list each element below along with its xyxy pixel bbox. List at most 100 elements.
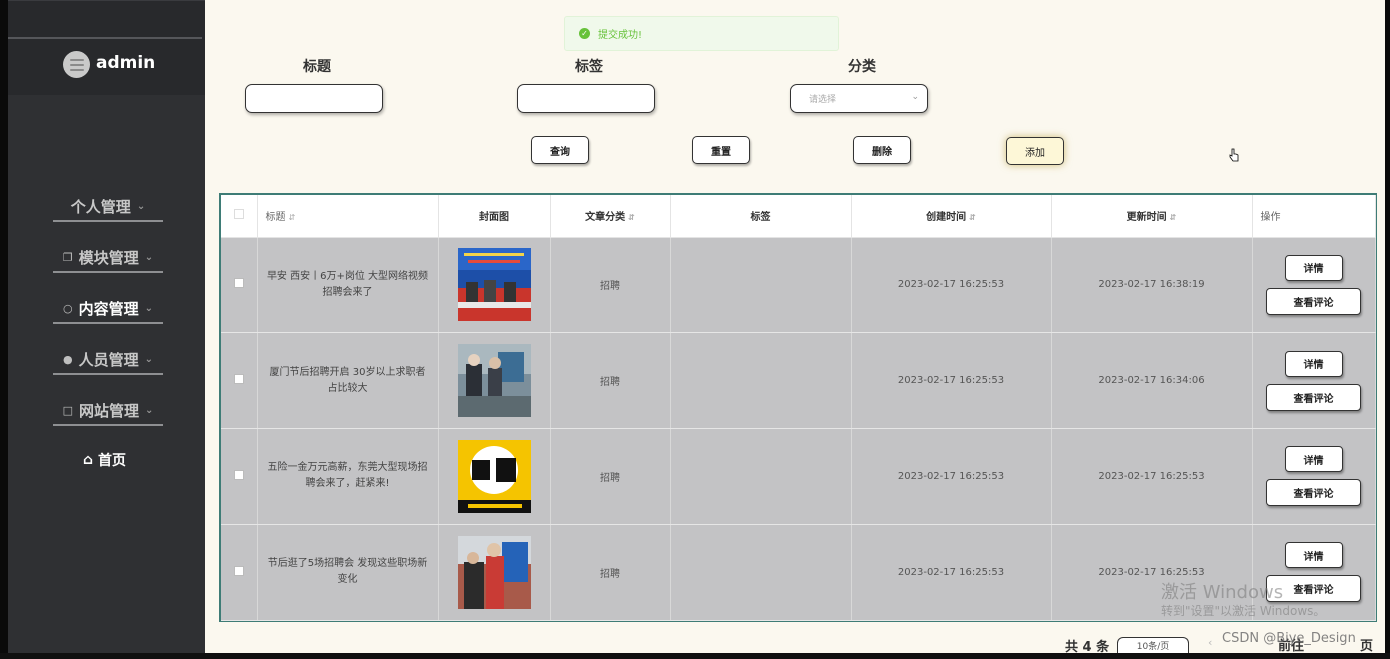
delete-button[interactable]: 删除 (853, 136, 911, 164)
title-filter-label: 标题 (303, 59, 331, 75)
sidebar-item-staff[interactable]: ● 人员管理 ⌄ (53, 345, 163, 375)
article-table: 标题 ⇵ 封面图 文章分类 ⇵ 标签 创建时间 ⇵ 更新时间 ⇵ 操作 早安 西安丨6万… (219, 193, 1377, 622)
main-content: ✓ 提交成功! 标题 标签 分类 请选择 ⌄ 查询 重置 删除 添加 标题 ⇵ 封… (205, 0, 1385, 655)
row-created: 2023-02-17 16:25:53 (851, 524, 1052, 621)
row-tags (670, 332, 852, 429)
tag-input[interactable] (517, 84, 655, 113)
table-header-row: 标题 ⇵ 封面图 文章分类 ⇵ 标签 创建时间 ⇵ 更新时间 ⇵ 操作 (221, 195, 1376, 238)
taskbar-edge (0, 653, 1390, 659)
detail-button[interactable]: 详情 (1284, 254, 1343, 281)
header-category[interactable]: 文章分类 ⇵ (550, 195, 671, 238)
select-all-cell (221, 195, 258, 238)
row-category: 招聘 (550, 332, 671, 429)
cover-image[interactable] (457, 535, 531, 609)
category-filter-label: 分类 (848, 59, 876, 75)
chevron-down-icon: ⌄ (136, 200, 146, 212)
user-icon: ● (62, 352, 73, 366)
cover-image[interactable] (457, 344, 531, 418)
activate-windows-hint: 转到"设置"以激活 Windows。 (1161, 604, 1326, 618)
sidebar-item-label: 人员管理 (78, 350, 139, 369)
chevron-down-icon: ⌄ (144, 251, 154, 263)
chat-icon: ○ (62, 301, 73, 315)
module-icon: ❐ (62, 250, 73, 264)
sidebar-item-label: 首页 (98, 453, 127, 469)
header-actions: 操作 (1252, 195, 1376, 238)
category-select[interactable]: 请选择 ⌄ (790, 84, 928, 113)
page-size-select[interactable]: 10条/页 (1117, 637, 1189, 653)
detail-button[interactable]: 详情 (1284, 350, 1343, 377)
sidebar-item-label: 个人管理 (70, 197, 131, 216)
row-created: 2023-02-17 16:25:53 (851, 332, 1052, 429)
row-title: 五险一金万元高薪，东莞大型现场招聘会来了，赶紧来! (257, 428, 439, 525)
detail-button[interactable]: 详情 (1284, 446, 1343, 473)
header-title[interactable]: 标题 ⇵ (257, 195, 439, 238)
sort-icon[interactable]: ⇵ (289, 213, 296, 222)
title-input[interactable] (245, 84, 383, 113)
home-icon: ⌂ (83, 452, 94, 468)
view-comments-button[interactable]: 查看评论 (1266, 479, 1361, 507)
row-category: 招聘 (550, 237, 671, 334)
row-title: 节后逛了5场招聘会 发现这些职场新变化 (257, 524, 439, 621)
row-actions: 详情 查看评论 (1252, 237, 1376, 334)
chevron-down-icon: ⌄ (144, 353, 153, 365)
row-tags (670, 237, 852, 334)
tag-filter-label: 标签 (575, 59, 603, 75)
row-checkbox[interactable] (233, 469, 244, 480)
success-toast: ✓ 提交成功! (564, 16, 839, 51)
row-title: 厦门节后招聘开启 30岁以上求职者占比较大 (257, 332, 439, 429)
sidebar-item-personal[interactable]: 个人管理 ⌄ (53, 192, 163, 222)
sort-icon[interactable]: ⇵ (628, 213, 635, 222)
header-tags: 标签 (670, 195, 852, 238)
sidebar-item-website[interactable]: □ 网站管理 ⌄ (53, 396, 163, 426)
view-comments-button[interactable]: 查看评论 (1266, 383, 1361, 411)
chevron-down-icon: ⌄ (911, 92, 919, 102)
row-title: 早安 西安丨6万+岗位 大型网络视频招聘会来了 (257, 237, 439, 334)
sidebar-item-label: 模块管理 (78, 248, 139, 267)
activate-windows-title: 激活 Windows (1161, 582, 1284, 603)
add-button[interactable]: 添加 (1006, 137, 1064, 165)
row-created: 2023-02-17 16:25:53 (851, 237, 1052, 334)
sidebar: admin 个人管理 ⌄ ❐ 模块管理 ⌄ ○ 内容管理 ⌄ ● 人员管理 ⌄ … (8, 0, 205, 653)
row-updated: 2023-02-17 16:25:53 (1051, 428, 1253, 525)
avatar[interactable] (63, 51, 90, 78)
cover-image[interactable] (457, 248, 531, 322)
pagination-page-label: 页 (1360, 639, 1374, 654)
header-updated[interactable]: 更新时间 ⇵ (1051, 195, 1253, 238)
reset-button[interactable]: 重置 (692, 136, 750, 164)
sort-icon[interactable]: ⇵ (969, 213, 976, 222)
row-updated: 2023-02-17 16:34:06 (1051, 332, 1253, 429)
toast-message: 提交成功! (598, 30, 643, 41)
category-placeholder: 请选择 (809, 95, 837, 105)
sidebar-header: admin (8, 0, 205, 95)
table-row: 厦门节后招聘开启 30岁以上求职者占比较大 招聘 2023-02-17 16:2… (221, 332, 1376, 429)
chevron-down-icon: ⌄ (144, 302, 153, 314)
sidebar-item-label: 网站管理 (79, 401, 140, 420)
sidebar-item-content[interactable]: ○ 内容管理 ⌄ (53, 294, 163, 324)
sidebar-item-label: 内容管理 (78, 299, 139, 318)
table-row: 五险一金万元高薪，东莞大型现场招聘会来了，赶紧来! 招聘 2023-02-17 … (221, 428, 1376, 525)
table-row: 早安 西安丨6万+岗位 大型网络视频招聘会来了 招聘 2023-02-17 16… (221, 237, 1376, 334)
divider (8, 37, 202, 39)
view-comments-button[interactable]: 查看评论 (1266, 287, 1361, 315)
header-created[interactable]: 创建时间 ⇵ (851, 195, 1052, 238)
row-tags (670, 524, 852, 621)
search-button[interactable]: 查询 (531, 136, 589, 164)
monitor-icon: □ (62, 403, 73, 417)
detail-button[interactable]: 详情 (1284, 542, 1343, 569)
row-checkbox[interactable] (233, 374, 244, 385)
hand-cursor-icon (1229, 148, 1239, 162)
check-circle-icon: ✓ (579, 28, 590, 39)
row-checkbox[interactable] (233, 278, 244, 289)
sort-icon[interactable]: ⇵ (1170, 213, 1177, 222)
sidebar-item-module[interactable]: ❐ 模块管理 ⌄ (53, 243, 163, 273)
sidebar-item-home[interactable]: ⌂ 首页 (83, 450, 126, 470)
header-cover: 封面图 (438, 195, 551, 238)
row-checkbox[interactable] (233, 565, 244, 576)
row-category: 招聘 (550, 428, 671, 525)
cover-image[interactable] (457, 439, 531, 513)
row-updated: 2023-02-17 16:38:19 (1051, 237, 1253, 334)
prev-page-icon[interactable]: ‹ (1208, 636, 1212, 649)
row-actions: 详情 查看评论 (1252, 428, 1376, 525)
select-all-checkbox[interactable] (233, 209, 244, 220)
row-category: 招聘 (550, 524, 671, 621)
